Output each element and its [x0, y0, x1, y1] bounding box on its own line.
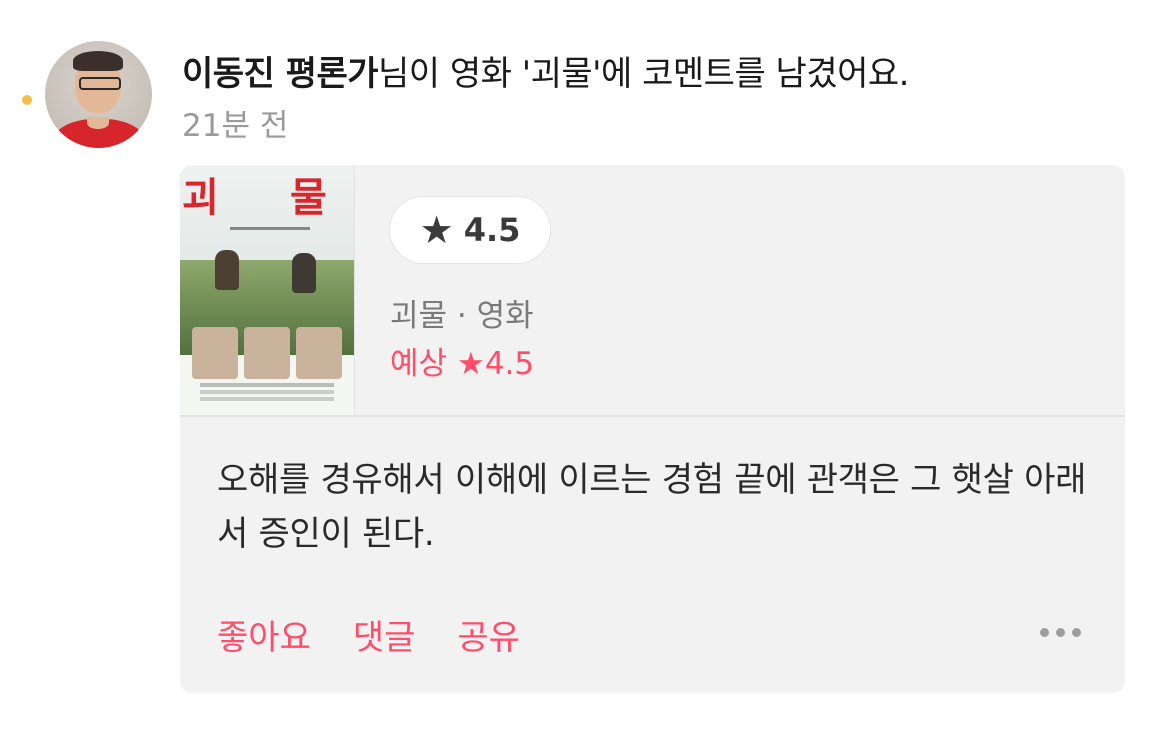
action-text: 님이 영화 '괴물'에 코멘트를 남겼어요. — [378, 54, 909, 94]
action-bar: 좋아요 댓글 공유 — [217, 610, 520, 659]
movie-poster[interactable]: 괴 물 — [180, 165, 355, 415]
comment-button[interactable]: 댓글 — [353, 610, 416, 659]
rating-value: 4.5 — [463, 211, 521, 249]
like-button[interactable]: 좋아요 — [217, 610, 311, 659]
expected-rating-value: ★4.5 — [457, 346, 535, 382]
poster-title-char: 괴 — [182, 175, 219, 221]
star-icon: ★ — [419, 208, 454, 252]
share-button[interactable]: 공유 — [457, 610, 520, 659]
comment-card[interactable]: 괴 물 ★ 4.5 괴물 · 영화 예상 ★4.5 오해를 경유해서 이해에 이르… — [180, 165, 1125, 693]
timestamp: 21분 전 — [182, 108, 289, 144]
dot — [1056, 628, 1065, 637]
dot — [1040, 628, 1049, 637]
feed-headline: 이동진 평론가님이 영화 '괴물'에 코멘트를 남겼어요. — [182, 46, 909, 95]
comment-text[interactable]: 오해를 경유해서 이해에 이르는 경험 끝에 관객은 그 햇살 아래서 증인이 … — [217, 453, 1087, 561]
avatar-collar — [87, 117, 109, 129]
movie-meta[interactable]: 괴물 · 영화 — [390, 290, 534, 335]
avatar-glasses — [79, 77, 121, 90]
divider — [180, 415, 1125, 417]
poster-figure — [215, 250, 239, 290]
avatar[interactable] — [45, 41, 152, 148]
user-name[interactable]: 이동진 평론가 — [182, 54, 379, 94]
dot — [1072, 628, 1081, 637]
poster-cast-faces — [192, 327, 342, 379]
avatar-hair — [73, 51, 123, 71]
poster-tagline — [230, 227, 310, 230]
poster-credits — [200, 383, 334, 387]
expected-rating: 예상 ★4.5 — [390, 338, 534, 383]
poster-title-char: 물 — [290, 175, 327, 221]
expected-label: 예상 — [390, 346, 448, 382]
ellipsis-icon[interactable] — [1040, 628, 1081, 637]
unread-indicator — [22, 95, 32, 105]
poster-figure — [292, 253, 316, 293]
rating-badge: ★ 4.5 — [389, 196, 551, 264]
